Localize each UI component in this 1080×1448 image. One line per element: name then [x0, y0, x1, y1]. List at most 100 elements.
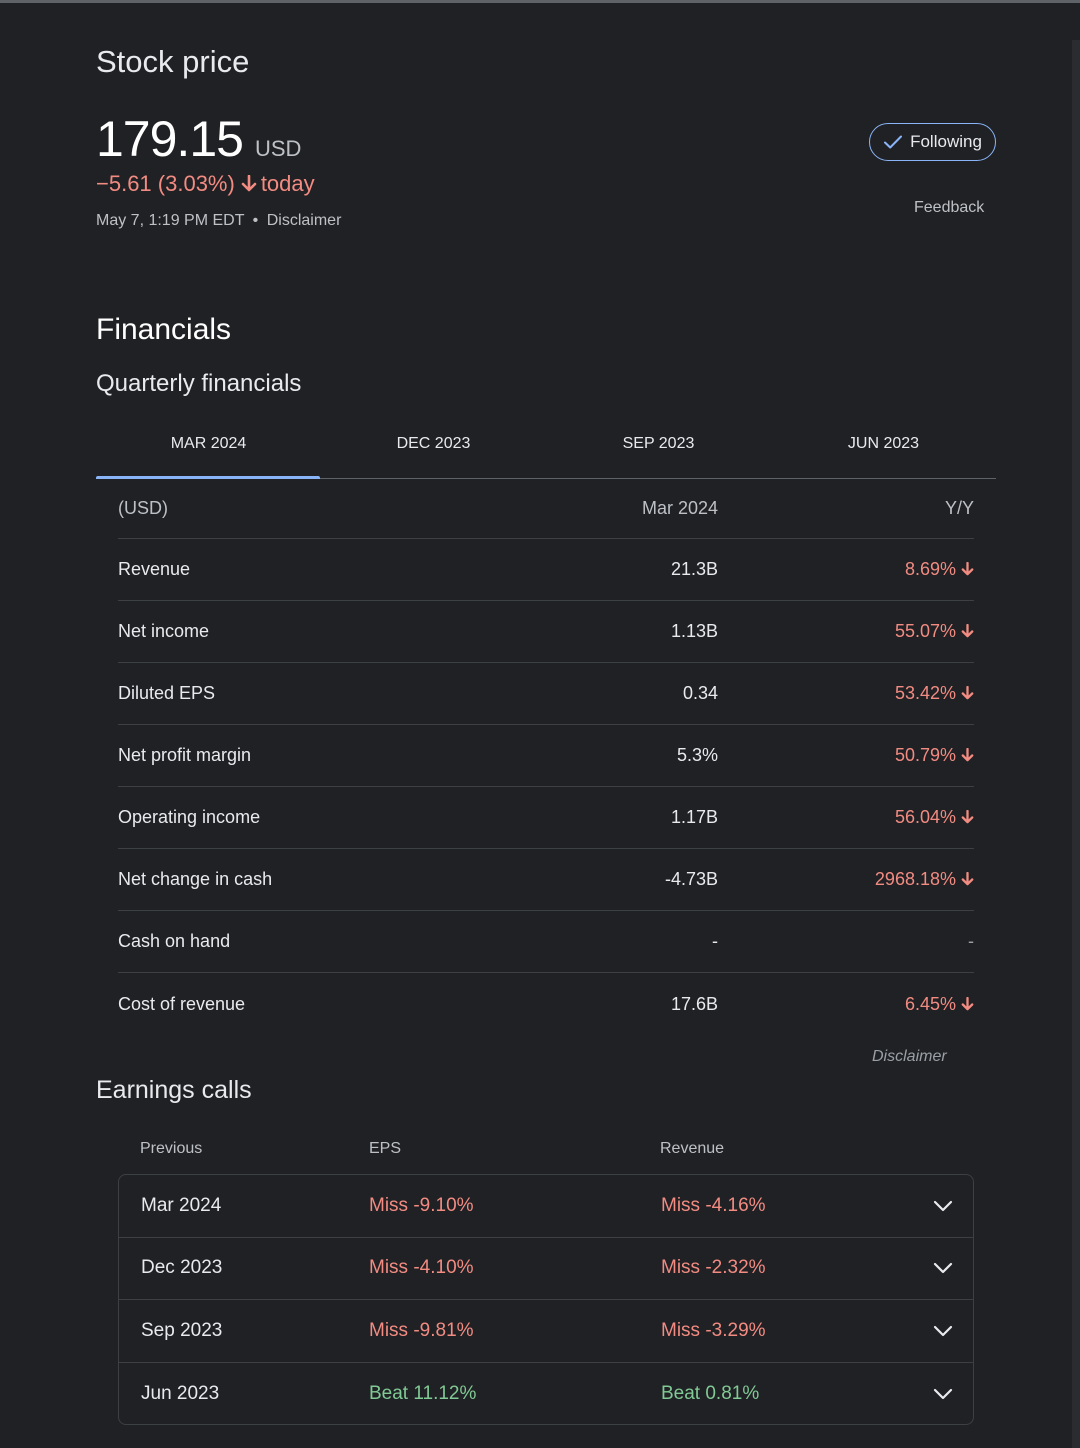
row-yy-value: 2968.18% — [874, 869, 956, 889]
table-row: Cash on hand - - — [118, 911, 974, 973]
earnings-row[interactable]: Mar 2024 Miss -9.10% Miss -4.16% — [119, 1175, 973, 1238]
stock-price-title: Stock price — [96, 44, 250, 79]
price-change-value: −5.61 (3.03%) — [96, 171, 235, 196]
arrow-down-icon — [961, 872, 974, 887]
header-eps: EPS — [369, 1140, 402, 1157]
table-row: Cost of revenue 17.6B 6.45% — [118, 973, 974, 1035]
row-yy-value: 56.04% — [894, 807, 956, 827]
price-meta: May 7, 1:19 PM EDT • Disclaimer — [96, 212, 341, 230]
row-label: Cash on hand — [118, 931, 231, 951]
earnings-eps: Miss -4.10% — [369, 1257, 474, 1279]
tab-mar-2024[interactable]: MAR 2024 — [96, 410, 321, 479]
tab-dec-2023[interactable]: DEC 2023 — [321, 410, 546, 478]
row-yy: 8.69% — [718, 559, 974, 580]
quarterly-financials-title: Quarterly financials — [96, 370, 302, 397]
row-value: 5.3% — [676, 745, 718, 765]
top-divider — [0, 0, 1080, 3]
arrow-down-icon — [241, 175, 257, 193]
row-label: Diluted EPS — [118, 683, 216, 703]
header-revenue: Revenue — [660, 1140, 725, 1157]
arrow-down-icon — [961, 624, 974, 639]
table-row: Diluted EPS 0.34 53.42% — [118, 663, 974, 725]
table-row: Operating income 1.17B 56.04% — [118, 787, 974, 849]
tab-jun-2023[interactable]: JUN 2023 — [771, 410, 996, 478]
check-icon — [883, 134, 903, 150]
row-label: Net profit margin — [118, 745, 252, 765]
row-value: - — [712, 931, 718, 951]
price-change: −5.61 (3.03%) today — [96, 171, 315, 197]
meta-separator: • — [252, 212, 259, 229]
row-yy: - — [718, 931, 974, 952]
price-timestamp: May 7, 1:19 PM EDT — [96, 212, 245, 229]
earnings-revenue: Beat 0.81% — [661, 1382, 760, 1404]
earnings-quarter: Dec 2023 — [141, 1257, 223, 1279]
tab-sep-2023[interactable]: SEP 2023 — [546, 410, 771, 478]
disclaimer-link[interactable]: Disclaimer — [267, 212, 342, 229]
table-header: (USD) Mar 2024 Y/Y — [118, 478, 974, 539]
following-button[interactable]: Following — [869, 123, 996, 161]
arrow-down-icon — [961, 748, 974, 763]
row-yy-value: 55.07% — [894, 621, 956, 641]
row-yy: 2968.18% — [718, 869, 974, 890]
row-label: Operating income — [118, 807, 261, 827]
table-row: Net change in cash -4.73B 2968.18% — [118, 849, 974, 911]
financials-title: Financials — [96, 313, 232, 346]
earnings-quarter: Sep 2023 — [141, 1319, 223, 1341]
price-row: 179.15 USD — [96, 110, 301, 168]
arrow-down-icon — [961, 562, 974, 577]
row-yy: 6.45% — [718, 994, 974, 1015]
quarter-tabs: MAR 2024 DEC 2023 SEP 2023 JUN 2023 — [96, 410, 996, 479]
row-yy-value: 8.69% — [904, 559, 956, 579]
earnings-list: Mar 2024 Miss -9.10% Miss -4.16% Dec 202… — [118, 1174, 974, 1425]
earnings-calls-title: Earnings calls — [96, 1076, 252, 1104]
table-row: Net income 1.13B 55.07% — [118, 601, 974, 663]
financials-table: (USD) Mar 2024 Y/Y Revenue 21.3B 8.69% N… — [118, 478, 974, 1035]
row-value: 1.17B — [670, 807, 718, 827]
chevron-down-icon[interactable] — [933, 1325, 953, 1337]
header-period: Mar 2024 — [641, 497, 718, 518]
currency-label: USD — [254, 136, 302, 161]
row-yy-value: 53.42% — [894, 683, 956, 703]
row-label: Net change in cash — [118, 869, 273, 889]
earnings-revenue: Miss -4.16% — [661, 1194, 766, 1216]
row-yy-value: 6.45% — [904, 993, 956, 1014]
earnings-eps: Miss -9.81% — [369, 1319, 474, 1341]
earnings-revenue: Miss -3.29% — [661, 1319, 766, 1341]
row-yy: 53.42% — [718, 683, 974, 704]
row-yy: 50.79% — [718, 745, 974, 766]
earnings-eps: Miss -9.10% — [369, 1194, 474, 1216]
row-yy-value: - — [968, 931, 974, 951]
header-yy: Y/Y — [944, 497, 974, 518]
financials-disclaimer-link[interactable]: Disclaimer — [872, 1048, 947, 1066]
earnings-eps: Beat 11.12% — [369, 1382, 477, 1404]
earnings-quarter: Mar 2024 — [141, 1194, 222, 1216]
row-value: 17.6B — [670, 993, 718, 1014]
arrow-down-icon — [961, 810, 974, 825]
row-yy: 56.04% — [718, 807, 974, 828]
price-change-suffix: today — [260, 171, 315, 196]
row-value: 1.13B — [670, 621, 718, 641]
scrollbar-track[interactable] — [1072, 40, 1080, 1448]
row-label: Net income — [118, 621, 210, 641]
row-label: Revenue — [118, 559, 191, 579]
chevron-down-icon[interactable] — [933, 1262, 953, 1274]
row-value: 0.34 — [682, 683, 718, 703]
earnings-revenue: Miss -2.32% — [661, 1257, 766, 1279]
row-value: -4.73B — [664, 869, 718, 889]
row-yy-value: 50.79% — [894, 745, 956, 765]
earnings-row[interactable]: Jun 2023 Beat 11.12% Beat 0.81% — [119, 1363, 973, 1425]
arrow-down-icon — [961, 686, 974, 701]
header-currency: (USD) — [118, 497, 168, 518]
feedback-link[interactable]: Feedback — [914, 199, 984, 217]
earnings-row[interactable]: Sep 2023 Miss -9.81% Miss -3.29% — [119, 1300, 973, 1363]
earnings-row[interactable]: Dec 2023 Miss -4.10% Miss -2.32% — [119, 1238, 973, 1300]
arrow-down-icon — [961, 996, 974, 1012]
row-value: 21.3B — [670, 559, 718, 579]
row-label: Cost of revenue — [118, 993, 246, 1014]
table-row: Net profit margin 5.3% 50.79% — [118, 725, 974, 787]
chevron-down-icon[interactable] — [933, 1388, 953, 1400]
chevron-down-icon[interactable] — [933, 1200, 953, 1212]
row-yy: 55.07% — [718, 621, 974, 642]
table-row: Revenue 21.3B 8.69% — [118, 539, 974, 601]
header-previous: Previous — [140, 1140, 203, 1157]
